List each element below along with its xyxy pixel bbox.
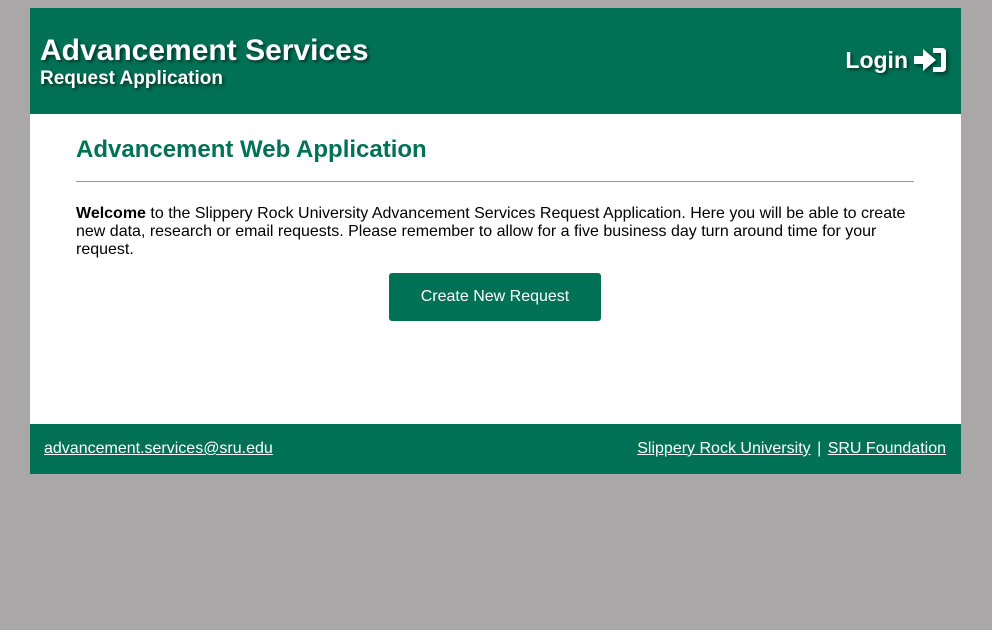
site-header: Advancement Services Request Application… — [30, 8, 961, 114]
app-container: Advancement Services Request Application… — [30, 8, 961, 474]
app-title: Advancement Services — [40, 34, 369, 67]
divider — [76, 181, 914, 182]
foundation-link[interactable]: SRU Foundation — [828, 440, 946, 457]
university-link[interactable]: Slippery Rock University — [637, 440, 810, 457]
welcome-text: to the Slippery Rock University Advancem… — [76, 205, 906, 258]
link-separator: | — [817, 440, 822, 457]
login-button[interactable]: Login — [845, 45, 947, 75]
sign-in-icon — [913, 46, 947, 74]
login-label: Login — [845, 47, 908, 73]
main-content: Advancement Web Application Welcome to t… — [30, 114, 961, 424]
welcome-bold: Welcome — [76, 205, 146, 222]
footer-links: Slippery Rock University | SRU Foundatio… — [637, 440, 946, 458]
email-link[interactable]: advancement.services@sru.edu — [44, 440, 273, 458]
create-new-request-button[interactable]: Create New Request — [389, 273, 601, 321]
page-title: Advancement Web Application — [76, 136, 427, 163]
welcome-message: Welcome to the Slippery Rock University … — [76, 205, 914, 259]
app-subtitle: Request Application — [40, 68, 223, 89]
site-footer: advancement.services@sru.edu Slippery Ro… — [30, 424, 961, 474]
